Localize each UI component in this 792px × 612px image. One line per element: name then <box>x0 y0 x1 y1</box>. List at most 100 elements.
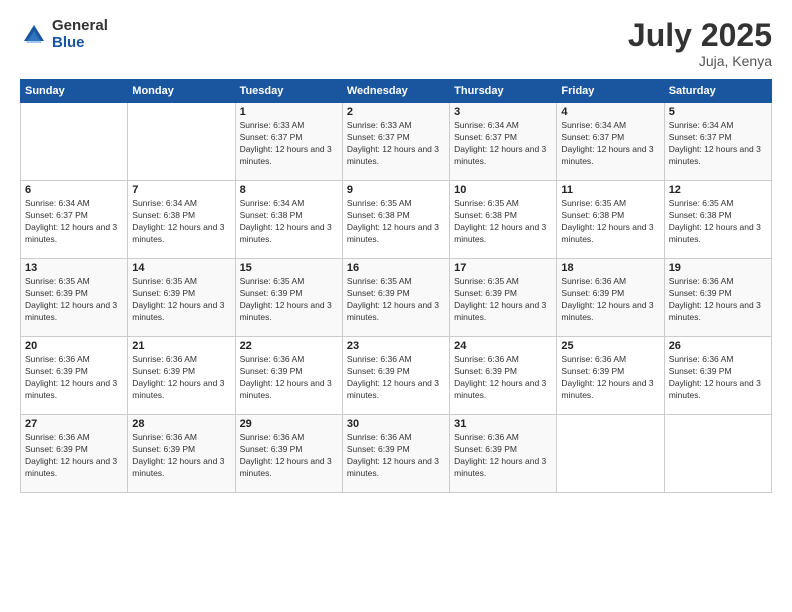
day-number: 26 <box>669 340 767 352</box>
day-info: Sunrise: 6:35 AM Sunset: 6:38 PM Dayligh… <box>454 198 552 246</box>
day-number: 25 <box>561 340 659 352</box>
day-number: 12 <box>669 184 767 196</box>
day-cell: 16Sunrise: 6:35 AM Sunset: 6:39 PM Dayli… <box>342 259 449 337</box>
day-cell: 22 Sunrise: 6:36 AM Sunset: 6:39 PM Dayli… <box>235 337 342 415</box>
calendar-table: SundayMondayTuesdayWednesdayThursdayFrid… <box>20 79 772 493</box>
day-info: Sunrise: 6:34 AM Sunset: 6:37 PM Dayligh… <box>561 120 659 168</box>
weekday-header: Saturday <box>664 80 771 103</box>
day-info: Sunrise: 6:35 AM Sunset: 6:39 PM Dayligh… <box>347 276 445 324</box>
day-info: Sunrise: 6:34 AM Sunset: 6:37 PM Dayligh… <box>454 120 552 168</box>
day-info: Sunrise: 6:36 AM Sunset: 6:39 PM Dayligh… <box>132 432 230 480</box>
day-cell: 1 Sunrise: 6:33 AM Sunset: 6:37 PM Daylig… <box>235 103 342 181</box>
day-number: 10 <box>454 184 552 196</box>
day-number: 28 <box>132 418 230 430</box>
day-number: 22 <box>240 340 338 352</box>
day-cell: 26 Sunrise: 6:36 AM Sunset: 6:39 PM Dayli… <box>664 337 771 415</box>
day-number: 8 <box>240 184 338 196</box>
week-row: 27Sunrise: 6:36 AM Sunset: 6:39 PM Dayli… <box>21 415 772 493</box>
weekday-header: Wednesday <box>342 80 449 103</box>
day-cell: 6 Sunrise: 6:34 AM Sunset: 6:37 PM Daylig… <box>21 181 128 259</box>
day-number: 24 <box>454 340 552 352</box>
day-number: 1 <box>240 106 338 118</box>
day-info: Sunrise: 6:36 AM Sunset: 6:39 PM Dayligh… <box>561 276 659 324</box>
day-info: Sunrise: 6:34 AM Sunset: 6:38 PM Dayligh… <box>240 198 338 246</box>
day-info: Sunrise: 6:35 AM Sunset: 6:39 PM Dayligh… <box>454 276 552 324</box>
day-number: 18 <box>561 262 659 274</box>
week-row: 1 Sunrise: 6:33 AM Sunset: 6:37 PM Daylig… <box>21 103 772 181</box>
day-info: Sunrise: 6:33 AM Sunset: 6:37 PM Dayligh… <box>240 120 338 168</box>
logo-blue: Blue <box>52 35 108 52</box>
day-info: Sunrise: 6:36 AM Sunset: 6:39 PM Dayligh… <box>669 354 767 402</box>
day-cell: 9 Sunrise: 6:35 AM Sunset: 6:38 PM Daylig… <box>342 181 449 259</box>
day-cell <box>664 415 771 493</box>
logo-text: General Blue <box>52 18 108 51</box>
day-cell: 7Sunrise: 6:34 AM Sunset: 6:38 PM Daylig… <box>128 181 235 259</box>
day-cell: 27Sunrise: 6:36 AM Sunset: 6:39 PM Dayli… <box>21 415 128 493</box>
day-number: 30 <box>347 418 445 430</box>
day-number: 4 <box>561 106 659 118</box>
day-info: Sunrise: 6:34 AM Sunset: 6:37 PM Dayligh… <box>669 120 767 168</box>
day-info: Sunrise: 6:35 AM Sunset: 6:39 PM Dayligh… <box>132 276 230 324</box>
day-cell <box>128 103 235 181</box>
day-number: 29 <box>240 418 338 430</box>
day-cell: 17Sunrise: 6:35 AM Sunset: 6:39 PM Dayli… <box>450 259 557 337</box>
logo-general: General <box>52 18 108 35</box>
day-info: Sunrise: 6:36 AM Sunset: 6:39 PM Dayligh… <box>240 354 338 402</box>
day-info: Sunrise: 6:36 AM Sunset: 6:39 PM Dayligh… <box>347 432 445 480</box>
day-cell: 20Sunrise: 6:36 AM Sunset: 6:39 PM Dayli… <box>21 337 128 415</box>
location: Juja, Kenya <box>628 53 772 69</box>
calendar-page: General Blue July 2025 Juja, Kenya Sunda… <box>0 0 792 612</box>
day-number: 20 <box>25 340 123 352</box>
day-number: 5 <box>669 106 767 118</box>
day-number: 3 <box>454 106 552 118</box>
day-cell: 21 Sunrise: 6:36 AM Sunset: 6:39 PM Dayli… <box>128 337 235 415</box>
day-cell: 12 Sunrise: 6:35 AM Sunset: 6:38 PM Dayli… <box>664 181 771 259</box>
day-cell: 18 Sunrise: 6:36 AM Sunset: 6:39 PM Dayli… <box>557 259 664 337</box>
day-number: 9 <box>347 184 445 196</box>
day-info: Sunrise: 6:36 AM Sunset: 6:39 PM Dayligh… <box>561 354 659 402</box>
day-cell: 29 Sunrise: 6:36 AM Sunset: 6:39 PM Dayli… <box>235 415 342 493</box>
day-number: 13 <box>25 262 123 274</box>
day-cell: 30 Sunrise: 6:36 AM Sunset: 6:39 PM Dayli… <box>342 415 449 493</box>
calendar-thead: SundayMondayTuesdayWednesdayThursdayFrid… <box>21 80 772 103</box>
day-cell: 8 Sunrise: 6:34 AM Sunset: 6:38 PM Daylig… <box>235 181 342 259</box>
day-number: 15 <box>240 262 338 274</box>
day-info: Sunrise: 6:36 AM Sunset: 6:39 PM Dayligh… <box>347 354 445 402</box>
day-cell: 4 Sunrise: 6:34 AM Sunset: 6:37 PM Daylig… <box>557 103 664 181</box>
week-row: 6 Sunrise: 6:34 AM Sunset: 6:37 PM Daylig… <box>21 181 772 259</box>
day-cell: 10 Sunrise: 6:35 AM Sunset: 6:38 PM Dayli… <box>450 181 557 259</box>
day-info: Sunrise: 6:36 AM Sunset: 6:39 PM Dayligh… <box>240 432 338 480</box>
day-info: Sunrise: 6:34 AM Sunset: 6:38 PM Dayligh… <box>132 198 230 246</box>
day-number: 23 <box>347 340 445 352</box>
day-info: Sunrise: 6:36 AM Sunset: 6:39 PM Dayligh… <box>454 354 552 402</box>
weekday-header: Monday <box>128 80 235 103</box>
day-cell: 14Sunrise: 6:35 AM Sunset: 6:39 PM Dayli… <box>128 259 235 337</box>
day-number: 6 <box>25 184 123 196</box>
day-info: Sunrise: 6:36 AM Sunset: 6:39 PM Dayligh… <box>132 354 230 402</box>
day-cell: 15 Sunrise: 6:35 AM Sunset: 6:39 PM Dayli… <box>235 259 342 337</box>
header-row: SundayMondayTuesdayWednesdayThursdayFrid… <box>21 80 772 103</box>
day-info: Sunrise: 6:35 AM Sunset: 6:39 PM Dayligh… <box>240 276 338 324</box>
day-info: Sunrise: 6:34 AM Sunset: 6:37 PM Dayligh… <box>25 198 123 246</box>
day-info: Sunrise: 6:35 AM Sunset: 6:39 PM Dayligh… <box>25 276 123 324</box>
day-cell: 23 Sunrise: 6:36 AM Sunset: 6:39 PM Dayli… <box>342 337 449 415</box>
day-cell: 11Sunrise: 6:35 AM Sunset: 6:38 PM Dayli… <box>557 181 664 259</box>
day-cell: 3 Sunrise: 6:34 AM Sunset: 6:37 PM Daylig… <box>450 103 557 181</box>
day-number: 21 <box>132 340 230 352</box>
month-year: July 2025 <box>628 18 772 53</box>
day-number: 19 <box>669 262 767 274</box>
day-cell <box>21 103 128 181</box>
page-header: General Blue July 2025 Juja, Kenya <box>20 18 772 69</box>
day-info: Sunrise: 6:35 AM Sunset: 6:38 PM Dayligh… <box>561 198 659 246</box>
day-cell: 31Sunrise: 6:36 AM Sunset: 6:39 PM Dayli… <box>450 415 557 493</box>
day-cell: 5 Sunrise: 6:34 AM Sunset: 6:37 PM Daylig… <box>664 103 771 181</box>
title-block: July 2025 Juja, Kenya <box>628 18 772 69</box>
day-cell: 25 Sunrise: 6:36 AM Sunset: 6:39 PM Dayli… <box>557 337 664 415</box>
weekday-header: Friday <box>557 80 664 103</box>
day-cell: 13 Sunrise: 6:35 AM Sunset: 6:39 PM Dayli… <box>21 259 128 337</box>
logo-icon <box>20 21 48 49</box>
day-info: Sunrise: 6:35 AM Sunset: 6:38 PM Dayligh… <box>669 198 767 246</box>
day-info: Sunrise: 6:35 AM Sunset: 6:38 PM Dayligh… <box>347 198 445 246</box>
weekday-header: Thursday <box>450 80 557 103</box>
day-cell: 28 Sunrise: 6:36 AM Sunset: 6:39 PM Dayli… <box>128 415 235 493</box>
